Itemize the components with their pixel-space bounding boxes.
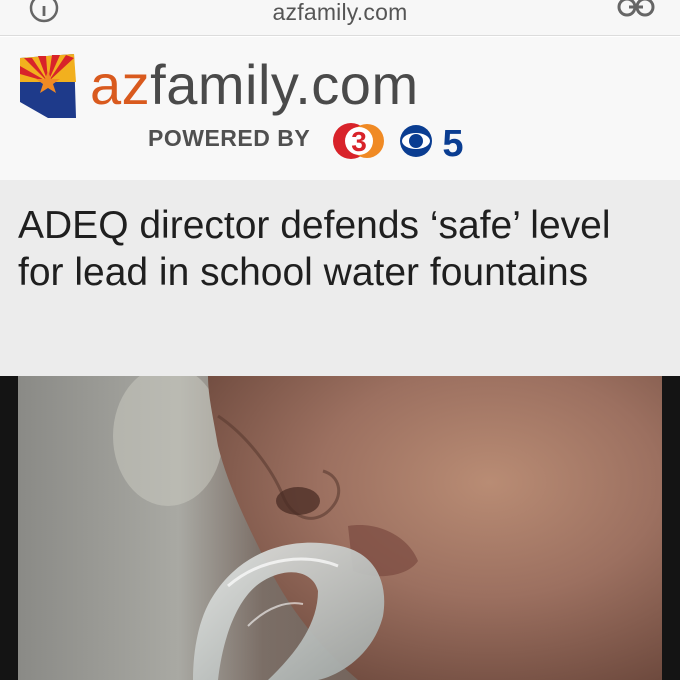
powered-by-label: POWERED BY [148, 125, 311, 151]
url-text[interactable]: azfamily.com [0, 0, 680, 24]
channel-3-logo: 3 [333, 123, 384, 159]
site-masthead: azfamily.com POWERED BY 3 5 [0, 37, 680, 180]
site-logo-wordmark[interactable]: azfamily.com [90, 53, 419, 117]
link-icon[interactable] [616, 0, 656, 22]
article-headline[interactable]: ADEQ director defends ‘safe’ level for l… [18, 202, 658, 296]
arizona-flag-logo[interactable] [18, 52, 80, 120]
brand-az: az [90, 53, 151, 116]
channel-3-number: 3 [351, 126, 367, 157]
article-lead-photo[interactable] [18, 376, 662, 680]
brand-family-com: family.com [150, 53, 419, 116]
cbs-5-logo: 5 [400, 123, 464, 159]
headline-section: ADEQ director defends ‘safe’ level for l… [0, 180, 680, 376]
browser-url-bar[interactable]: azfamily.com [0, 0, 680, 36]
channel-5-number: 5 [442, 123, 463, 159]
article-photo-frame [0, 376, 680, 680]
